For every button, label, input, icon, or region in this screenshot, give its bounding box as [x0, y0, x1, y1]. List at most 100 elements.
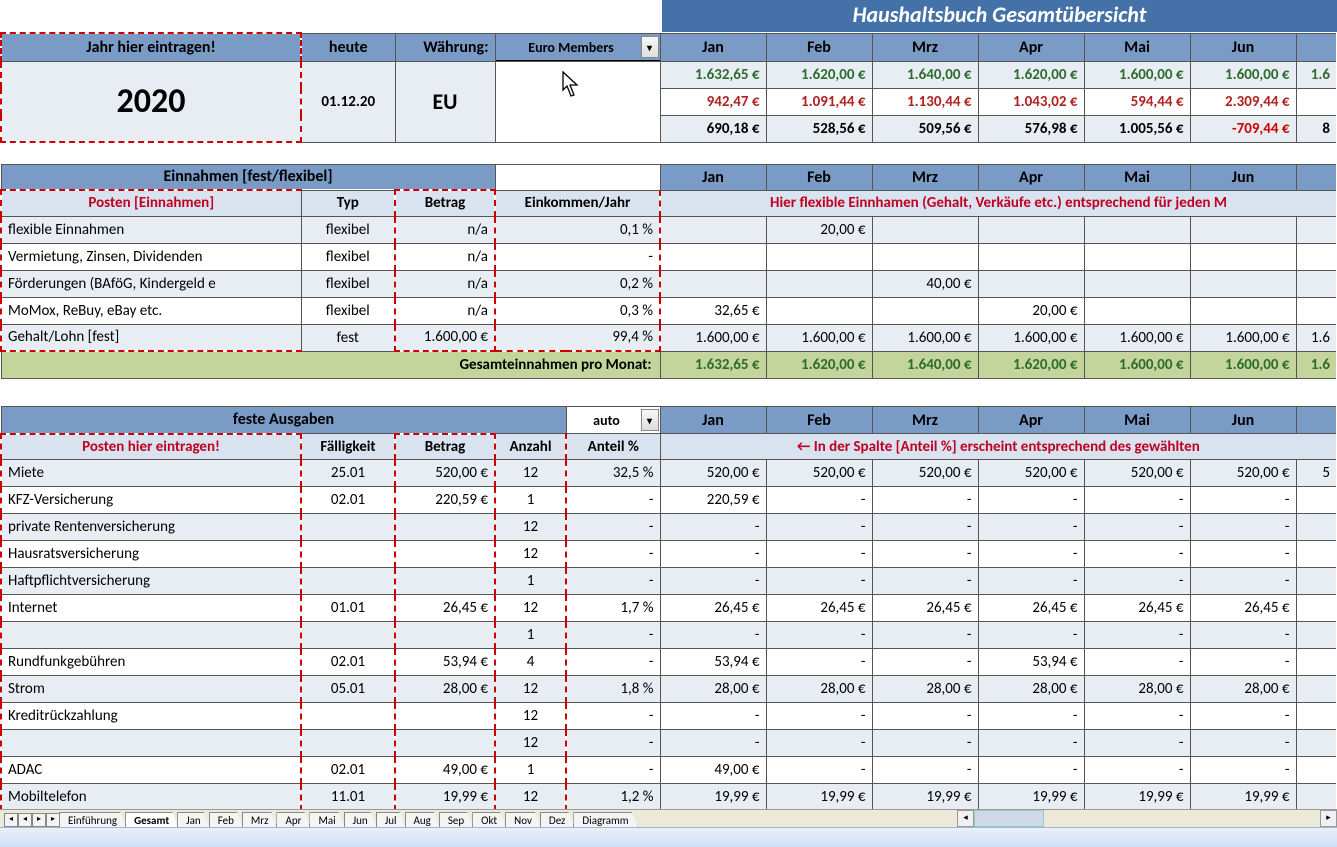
month-cell[interactable]: - [978, 622, 1084, 649]
month-cell[interactable]: - [1190, 730, 1296, 757]
month-cell[interactable]: - [660, 514, 766, 541]
anteil-cell[interactable]: - [566, 730, 660, 757]
anteil-cell[interactable]: - [566, 757, 660, 784]
posten-cell[interactable]: Gehalt/Lohn [fest] [1, 324, 301, 351]
anzahl-cell[interactable]: 1 [495, 487, 566, 514]
posten-cell[interactable]: ADAC [1, 757, 301, 784]
faelligkeit-cell[interactable] [301, 703, 395, 730]
typ-cell[interactable]: fest [301, 324, 395, 351]
month-cell[interactable]: - [1084, 622, 1190, 649]
faelligkeit-cell[interactable]: 02.01 [301, 649, 395, 676]
anzahl-cell[interactable]: 12 [495, 784, 566, 811]
posten-cell[interactable]: MoMox, ReBuy, eBay etc. [1, 297, 301, 324]
month-cell[interactable]: 19,99 € [978, 784, 1084, 811]
month-cell[interactable] [872, 297, 978, 324]
month-cell[interactable]: 28,00 € [978, 676, 1084, 703]
tab-jul[interactable]: Jul [376, 812, 406, 827]
month-cell[interactable]: - [872, 649, 978, 676]
month-cell[interactable]: - [1084, 541, 1190, 568]
tab-aug[interactable]: Aug [405, 812, 440, 827]
month-cell[interactable]: - [872, 757, 978, 784]
month-cell[interactable] [660, 216, 766, 243]
month-cell[interactable] [1296, 595, 1336, 622]
anzahl-cell[interactable]: 4 [495, 649, 566, 676]
month-cell[interactable]: 19,99 € [1190, 784, 1296, 811]
month-cell[interactable]: 40,00 € [872, 270, 978, 297]
month-cell[interactable] [1084, 270, 1190, 297]
tab-nav[interactable]: ◂◂▸▸ [0, 813, 60, 827]
month-cell[interactable]: 19,99 € [660, 784, 766, 811]
month-cell[interactable] [1296, 730, 1336, 757]
posten-cell[interactable]: Kreditrückzahlung [1, 703, 301, 730]
month-cell[interactable]: - [766, 622, 872, 649]
currency-option[interactable]: Euro Members [497, 61, 661, 62]
month-cell[interactable] [1296, 487, 1336, 514]
month-cell[interactable]: 26,45 € [978, 595, 1084, 622]
month-cell[interactable]: - [978, 757, 1084, 784]
horizontal-scrollbar[interactable]: ◂▸ [957, 810, 1337, 827]
posten-cell[interactable]: Rundfunkgebühren [1, 649, 301, 676]
month-cell[interactable]: - [766, 703, 872, 730]
anteil-cell[interactable]: 32,5 % [566, 460, 660, 487]
month-cell[interactable]: - [660, 541, 766, 568]
month-cell[interactable] [660, 270, 766, 297]
month-cell[interactable]: 1.600,00 € [872, 324, 978, 351]
betrag-cell[interactable]: 53,94 € [395, 649, 495, 676]
month-cell[interactable]: - [660, 568, 766, 595]
faelligkeit-cell[interactable]: 05.01 [301, 676, 395, 703]
month-cell[interactable]: 1.6 [1296, 324, 1336, 351]
month-cell[interactable]: - [872, 487, 978, 514]
anzahl-cell[interactable]: 12 [495, 730, 566, 757]
anzahl-cell[interactable]: 12 [495, 595, 566, 622]
faelligkeit-cell[interactable] [301, 622, 395, 649]
month-cell[interactable]: 28,00 € [1084, 676, 1190, 703]
auto-select[interactable]: auto [566, 407, 660, 434]
anzahl-cell[interactable]: 12 [495, 514, 566, 541]
tab-sep[interactable]: Sep [439, 812, 473, 827]
month-cell[interactable]: 1.600,00 € [1190, 324, 1296, 351]
posten-cell[interactable]: Vermietung, Zinsen, Dividenden [1, 243, 301, 270]
betrag-cell[interactable]: n/a [395, 243, 495, 270]
month-cell[interactable]: 26,45 € [766, 595, 872, 622]
month-cell[interactable]: - [872, 514, 978, 541]
faelligkeit-cell[interactable] [301, 730, 395, 757]
month-cell[interactable]: 26,45 € [872, 595, 978, 622]
anzahl-cell[interactable]: 1 [495, 622, 566, 649]
posten-cell[interactable]: private Rentenversicherung [1, 514, 301, 541]
posten-cell[interactable]: Mobiltelefon [1, 784, 301, 811]
betrag-cell[interactable]: 26,45 € [395, 595, 495, 622]
month-cell[interactable]: - [1084, 649, 1190, 676]
month-cell[interactable]: - [1190, 568, 1296, 595]
month-cell[interactable]: - [1190, 649, 1296, 676]
month-cell[interactable]: - [872, 622, 978, 649]
month-cell[interactable]: - [660, 622, 766, 649]
month-cell[interactable]: 1.600,00 € [1084, 324, 1190, 351]
anteil-cell[interactable]: - [566, 514, 660, 541]
month-cell[interactable] [1190, 243, 1296, 270]
faelligkeit-cell[interactable] [301, 514, 395, 541]
month-cell[interactable] [1296, 541, 1336, 568]
posten-cell[interactable]: KFZ-Versicherung [1, 487, 301, 514]
month-cell[interactable]: - [766, 649, 872, 676]
faelligkeit-cell[interactable] [301, 541, 395, 568]
posten-cell[interactable] [1, 622, 301, 649]
month-cell[interactable]: - [978, 703, 1084, 730]
month-cell[interactable]: - [978, 514, 1084, 541]
income-cell[interactable]: 1.632,65 € [660, 61, 766, 88]
month-cell[interactable]: - [1190, 757, 1296, 784]
month-cell[interactable] [1296, 649, 1336, 676]
month-cell[interactable] [1296, 622, 1336, 649]
anzahl-cell[interactable]: 12 [495, 541, 566, 568]
month-cell[interactable]: - [872, 703, 978, 730]
anteil-cell[interactable]: 1,8 % [566, 676, 660, 703]
month-cell[interactable]: - [978, 541, 1084, 568]
betrag-cell[interactable]: 49,00 € [395, 757, 495, 784]
month-cell[interactable] [660, 243, 766, 270]
betrag-cell[interactable]: 28,00 € [395, 676, 495, 703]
month-cell[interactable] [872, 216, 978, 243]
month-cell[interactable] [766, 270, 872, 297]
betrag-cell[interactable]: 1.600,00 € [395, 324, 495, 351]
month-cell[interactable]: - [766, 514, 872, 541]
month-cell[interactable]: 520,00 € [660, 460, 766, 487]
month-cell[interactable]: 28,00 € [766, 676, 872, 703]
